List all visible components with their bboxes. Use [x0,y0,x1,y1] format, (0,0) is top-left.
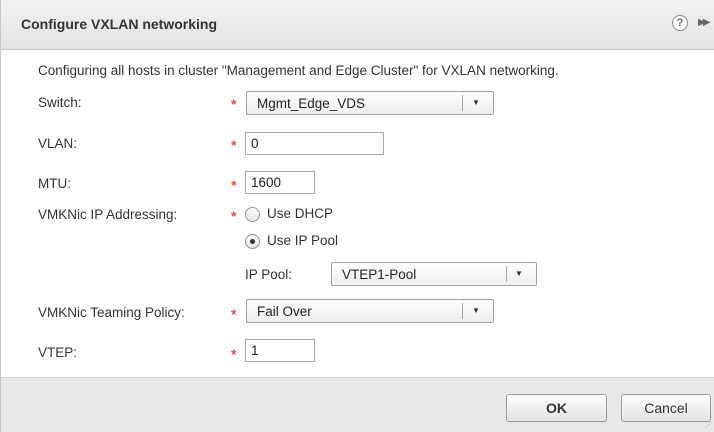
teaming-policy-select[interactable]: Fail Over ▼ [246,299,494,323]
vtep-required-marker: * [231,346,237,362]
mtu-required-marker: * [231,177,237,193]
teaming-required-marker: * [231,306,237,322]
expand-icon[interactable]: ▶▶ [698,15,710,31]
vmknic-ip-label: VMKNic IP Addressing: [38,207,178,222]
switch-select-separator [462,95,463,111]
radio-checked-icon[interactable] [245,234,260,249]
chevron-down-icon: ▼ [472,98,480,107]
vtep-label: VTEP: [38,345,78,360]
cancel-button[interactable]: Cancel [621,394,711,422]
resize-grip-icon[interactable]: ⋰ [705,422,713,430]
help-icon[interactable]: ? [672,15,688,31]
chevron-down-icon: ▼ [515,269,523,278]
teaming-policy-select-value: Fail Over [257,304,312,319]
configure-vxlan-dialog: Configure VXLAN networking ? ▶▶ Configur… [0,0,714,432]
chevron-down-icon: ▼ [472,306,480,315]
teaming-select-separator [462,303,463,319]
ip-pool-label: IP Pool: [245,267,293,282]
switch-select-value: Mgmt_Edge_VDS [257,96,366,111]
ok-button[interactable]: OK [506,394,607,422]
ip-pool-select-value: VTEP1-Pool [342,267,417,282]
intro-text: Configuring all hosts in cluster "Manage… [38,63,559,78]
vlan-required-marker: * [231,137,237,153]
use-ip-pool-radio[interactable]: Use IP Pool [245,233,375,251]
use-dhcp-label[interactable]: Use DHCP [267,206,333,221]
switch-label: Switch: [38,95,82,110]
radio-unchecked-icon[interactable] [245,207,260,222]
use-dhcp-radio[interactable]: Use DHCP [245,206,375,224]
switch-required-marker: * [231,96,237,112]
vmknic-ip-required-marker: * [231,208,237,224]
radio-dot-icon [250,239,255,244]
vlan-label: VLAN: [38,136,78,151]
dialog-titlebar: Configure VXLAN networking ? ▶▶ [1,0,714,50]
dialog-title: Configure VXLAN networking [21,16,217,32]
dialog-footer: OK Cancel [1,377,714,432]
vtep-input[interactable]: 1 [245,339,315,362]
vlan-input[interactable]: 0 [245,132,384,155]
teaming-policy-label: VMKNic Teaming Policy: [38,305,185,320]
switch-select[interactable]: Mgmt_Edge_VDS ▼ [246,91,494,115]
mtu-input[interactable]: 1600 [245,171,315,194]
ip-pool-select-separator [506,266,507,282]
use-ip-pool-label[interactable]: Use IP Pool [267,233,338,248]
ip-pool-select[interactable]: VTEP1-Pool ▼ [331,262,537,286]
mtu-label: MTU: [38,176,71,191]
